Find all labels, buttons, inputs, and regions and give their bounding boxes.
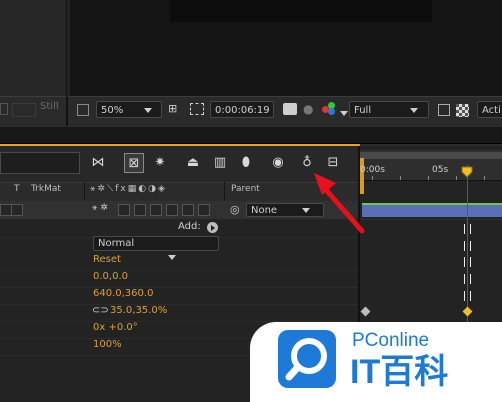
trkmat-box[interactable] — [11, 204, 23, 216]
chevron-down-icon — [410, 107, 419, 113]
show-snapshot-icon[interactable]: ● — [303, 102, 315, 116]
motion-blur-icon[interactable]: ▥ — [210, 153, 230, 173]
resolution-dropdown[interactable]: Full — [349, 101, 429, 118]
constrain-proportions-icon[interactable]: ⊂⊃ — [92, 305, 109, 316]
layer-search-input[interactable] — [0, 152, 80, 174]
add-label: Add: — [178, 221, 201, 232]
still-label: Still — [40, 101, 59, 112]
keyframe-nav-marker — [464, 291, 471, 301]
panel-divider — [66, 96, 68, 126]
column-divider — [224, 182, 225, 200]
ruler-tick-label: 05s — [432, 165, 449, 175]
trkmat-column-header[interactable]: TrkMat — [31, 184, 61, 194]
property-row — [0, 270, 358, 288]
parent-value: None — [251, 205, 278, 216]
pick-whip-icon[interactable]: ◎ — [230, 203, 240, 216]
resolution-value: Full — [354, 105, 372, 116]
keyframe-nav-marker — [464, 224, 471, 234]
parent-column-header[interactable]: Parent — [231, 184, 260, 194]
ruler-tick — [456, 176, 457, 180]
comp-flowchart-icon[interactable]: ⋈ — [88, 153, 108, 173]
layer-switch-box[interactable] — [198, 204, 210, 216]
ruler-tick — [400, 176, 401, 180]
property-row — [0, 287, 358, 305]
ruler-tick — [484, 176, 485, 180]
layer-switch-box[interactable] — [166, 204, 178, 216]
layer-switch-box[interactable] — [118, 204, 130, 216]
watermark-title: IT百科 — [350, 353, 449, 391]
playhead-handle-icon[interactable] — [461, 166, 473, 178]
keyframe-nav-marker — [464, 257, 471, 267]
rotation-value[interactable]: 0x +0.0° — [93, 322, 138, 333]
current-time-display[interactable]: 0:00:06:19 — [210, 101, 274, 118]
t-column-header: T — [14, 184, 20, 194]
region-icon[interactable] — [0, 103, 8, 115]
track-divider — [360, 219, 502, 220]
choose-grid-icon[interactable]: ⊞ — [168, 103, 182, 115]
panel-separator — [0, 127, 502, 144]
frame-blending-icon[interactable]: ⏏ — [183, 153, 203, 173]
zoom-value: 50% — [101, 105, 124, 116]
layer-switch-box[interactable] — [150, 204, 162, 216]
brainstorm-icon[interactable]: ⬮ — [236, 153, 256, 173]
pconline-logo-icon — [278, 330, 336, 388]
always-preview-icon[interactable] — [77, 104, 89, 116]
switches-header-icons: ⚹✲⟍fx▦◐◑◈ — [90, 184, 167, 194]
add-menu-icon[interactable] — [207, 222, 218, 233]
property-row — [0, 304, 358, 322]
channel-chevron-icon[interactable] — [340, 108, 348, 119]
region-of-interest-icon[interactable] — [438, 104, 450, 116]
column-divider — [84, 182, 85, 200]
keyframe-nav-marker — [464, 241, 471, 251]
active-camera-value: Acti — [482, 105, 501, 116]
zoom-dropdown[interactable]: 50% — [96, 101, 162, 118]
camera-snapshot-icon[interactable] — [283, 103, 297, 115]
blend-mode-value: Normal — [98, 238, 135, 249]
viewer-canvas — [170, 0, 432, 22]
scale-value[interactable]: 35.0,35.0% — [110, 305, 167, 316]
checkerboard-icon[interactable] — [456, 104, 469, 117]
opacity-value[interactable]: 100% — [93, 339, 122, 350]
property-row — [0, 253, 358, 271]
ruler-tick — [428, 176, 429, 180]
transform-reset-link[interactable]: Reset — [93, 254, 121, 265]
project-panel — [0, 0, 67, 96]
graph-editor-icon[interactable]: ◉ — [268, 153, 288, 173]
hide-shy-layers-icon[interactable]: ✷ — [150, 153, 170, 173]
annotation-arrow-icon — [314, 173, 365, 234]
layer-switch-box[interactable] — [182, 204, 194, 216]
blend-mode-dropdown[interactable]: Normal — [93, 236, 219, 260]
snapshot-placeholder — [12, 103, 36, 117]
draft-3d-icon[interactable]: ⊠ — [124, 153, 144, 173]
layer-duration-bar[interactable] — [362, 203, 502, 217]
position-value[interactable]: 640.0,360.0 — [93, 288, 153, 299]
layer-switch-box[interactable] — [134, 204, 146, 216]
channel-icon[interactable] — [322, 102, 338, 116]
chevron-down-icon — [144, 107, 153, 113]
watermark-brand: PConline — [352, 330, 430, 351]
active-camera-dropdown[interactable]: Acti — [477, 101, 502, 118]
anchor-point-value[interactable]: 0.0,0.0 — [93, 271, 128, 282]
transparency-grid-icon[interactable] — [190, 103, 204, 115]
timecode-value: 0:00:06:19 — [215, 105, 270, 116]
work-area-bar[interactable] — [360, 152, 502, 159]
keyframe-nav-marker — [464, 274, 471, 284]
shy-switch-icon[interactable]: ⚹ ✲ — [92, 203, 108, 213]
